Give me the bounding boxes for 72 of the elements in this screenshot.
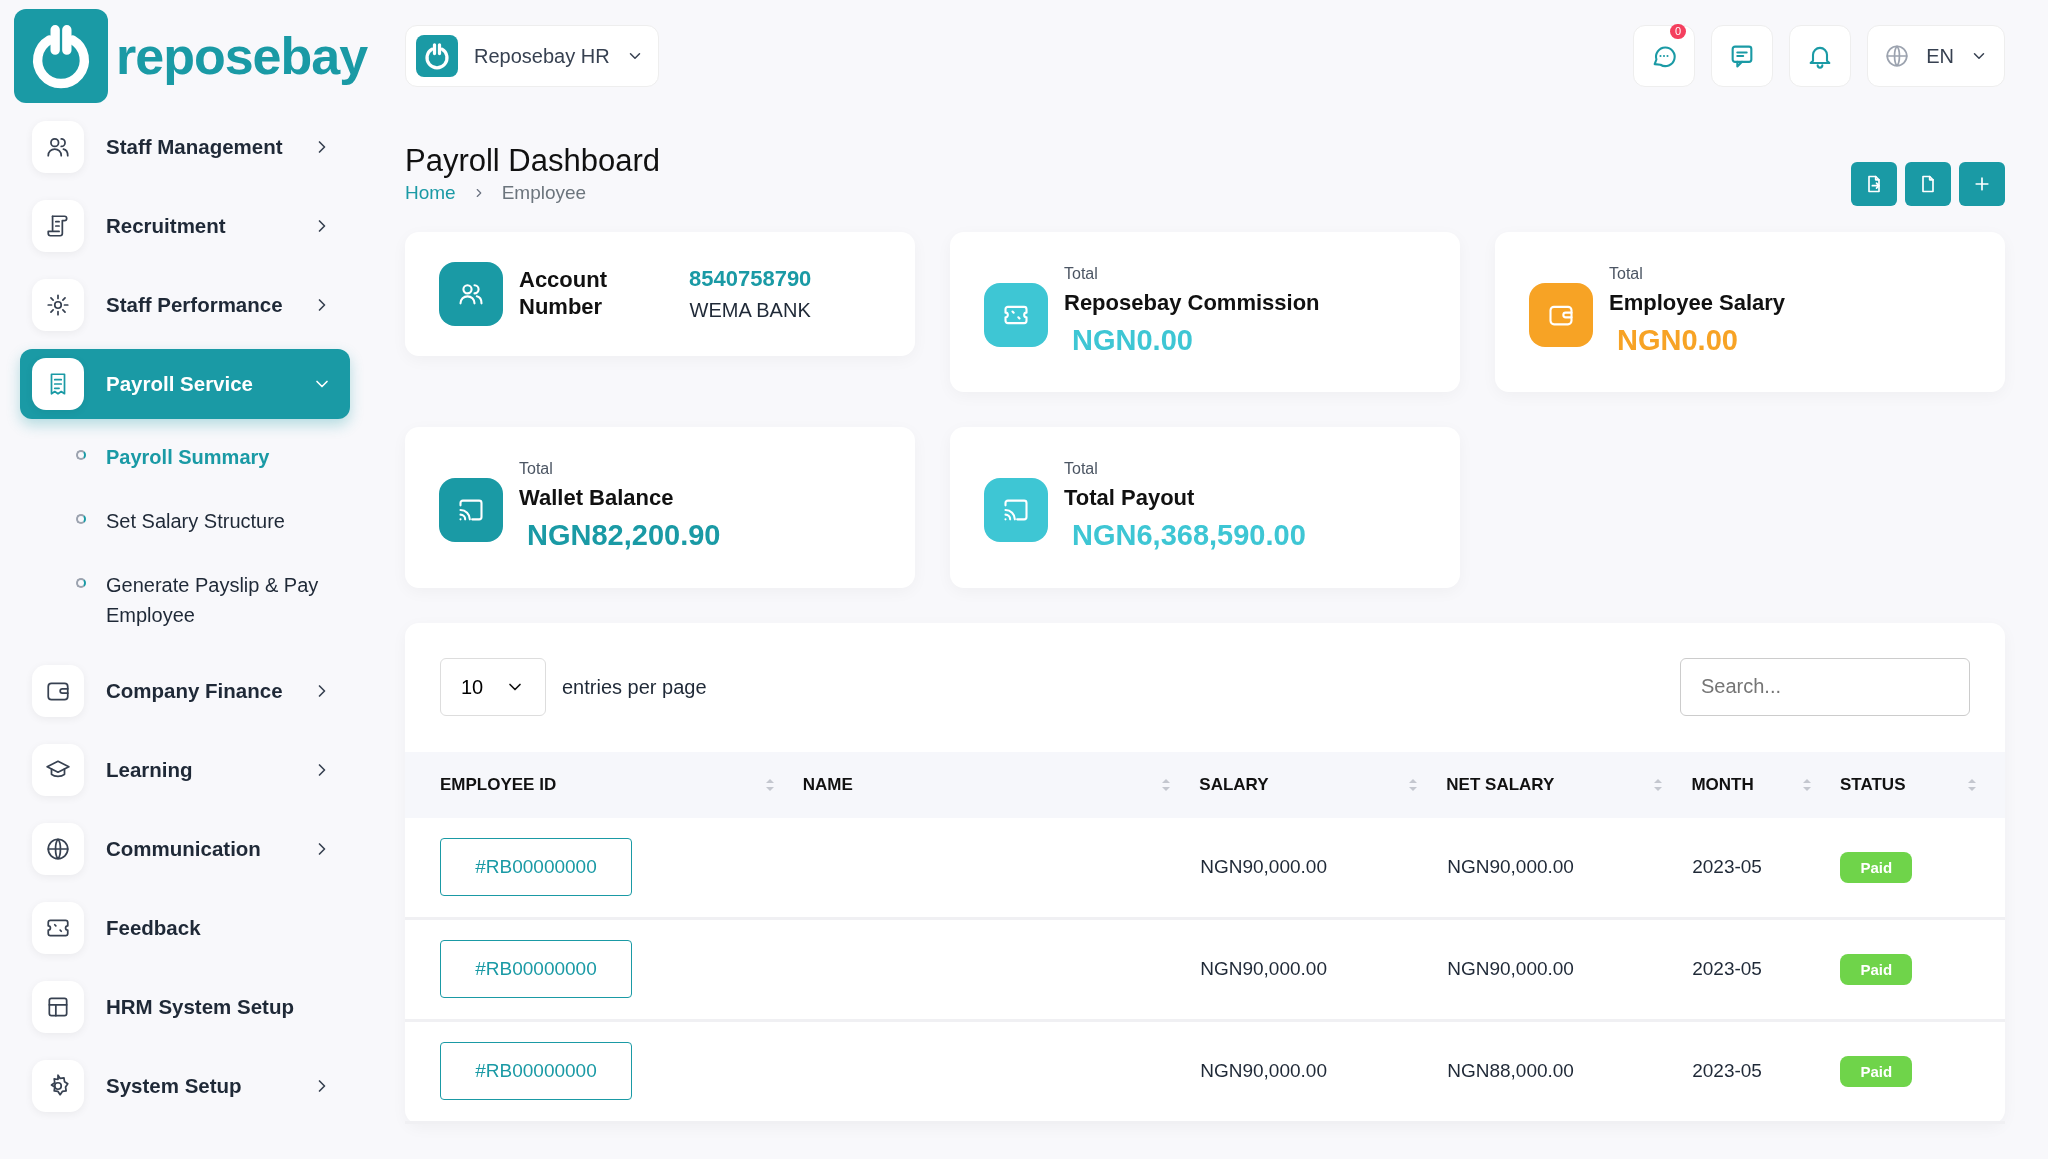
- bank-name: WEMA BANK: [689, 298, 812, 324]
- sidebar-item[interactable]: Feedback: [20, 893, 350, 963]
- stat-label: Total Payout: [1064, 484, 1196, 513]
- layout-icon: [45, 994, 71, 1020]
- sort-icon[interactable]: [1408, 776, 1419, 793]
- table-cell: 2023-05: [1692, 957, 1762, 979]
- status-badge: Paid: [1840, 953, 1913, 985]
- stat-label: Reposebay Commission: [1064, 288, 1320, 317]
- stat-caption: Total: [1064, 263, 1099, 284]
- submenu-item[interactable]: Generate Payslip & Pay Employee: [20, 562, 350, 638]
- account-number: 8540758790: [689, 265, 812, 294]
- globe-icon: [1884, 43, 1911, 69]
- breadcrumb-current: Employee: [501, 181, 587, 206]
- column-header[interactable]: STATUS: [1840, 771, 1906, 798]
- stat-caption: Total: [1609, 263, 1644, 284]
- sidebar-item[interactable]: Communication: [20, 814, 350, 884]
- sidebar-item[interactable]: Staff Performance: [20, 270, 350, 340]
- stat-caption: Total: [1064, 459, 1099, 480]
- sidebar-item[interactable]: Recruitment: [20, 191, 350, 261]
- sort-icon[interactable]: [1653, 776, 1664, 793]
- sidebar-item[interactable]: Staff Management: [20, 112, 350, 182]
- table-cell: NGN90,000.00: [1200, 957, 1327, 979]
- export-button[interactable]: [1851, 162, 1897, 206]
- table-cell: 2023-05: [1692, 855, 1762, 877]
- bullet-icon: [76, 450, 86, 460]
- stat-label: Employee Salary: [1609, 288, 1786, 317]
- page-size-select[interactable]: 10: [440, 657, 546, 716]
- sidebar-item[interactable]: System Setup: [20, 1051, 350, 1121]
- chat-button[interactable]: 0: [1633, 25, 1696, 87]
- stat-caption: Total: [519, 459, 554, 480]
- globe-icon: [45, 836, 71, 862]
- stat-label: Wallet Balance: [519, 484, 675, 513]
- stat-label: Account Number: [519, 267, 608, 321]
- column-header[interactable]: MONTH: [1691, 771, 1754, 798]
- table-cell: 2023-05: [1692, 1059, 1762, 1081]
- sort-icon[interactable]: [1967, 776, 1977, 793]
- table-cell: NGN88,000.00: [1447, 1059, 1574, 1081]
- table-cell: NGN90,000.00: [1447, 957, 1574, 979]
- column-header[interactable]: NET SALARY: [1446, 771, 1555, 798]
- column-header[interactable]: SALARY: [1199, 771, 1269, 798]
- stat-amount: NGN82,200.90: [526, 518, 721, 554]
- notification-badge: 0: [1670, 24, 1687, 40]
- search-field[interactable]: Search...: [1680, 657, 1970, 716]
- stat-amount: NGN0.00: [1071, 322, 1194, 358]
- entries-label: entries per page: [562, 674, 707, 700]
- sidebar-item[interactable]: Company Finance: [20, 656, 350, 726]
- status-badge: Paid: [1840, 1055, 1913, 1087]
- page-title: Payroll Dashboard: [405, 142, 661, 180]
- sidebar-item[interactable]: HRM System Setup: [20, 972, 350, 1042]
- sort-icon[interactable]: [764, 776, 775, 793]
- bullet-icon: [76, 578, 86, 588]
- column-header[interactable]: EMPLOYEE ID: [440, 771, 557, 798]
- table-cell: NGN90,000.00: [1200, 855, 1327, 877]
- scroll-icon: [45, 213, 71, 239]
- document-button[interactable]: [1905, 162, 1951, 206]
- company-switcher[interactable]: Reposebay HR: [405, 25, 659, 87]
- add-button[interactable]: [1959, 162, 2005, 206]
- notifications-button[interactable]: [1789, 25, 1852, 87]
- status-badge: Paid: [1840, 851, 1913, 883]
- messages-button[interactable]: [1711, 25, 1774, 87]
- language-selector[interactable]: EN: [1867, 25, 2005, 87]
- stat-amount: NGN6,368,590.00: [1071, 518, 1306, 554]
- sort-icon[interactable]: [1802, 776, 1812, 793]
- logo-text: reposebay: [116, 26, 368, 87]
- bullet-icon: [76, 514, 86, 524]
- column-header[interactable]: NAME: [802, 771, 853, 798]
- sort-icon[interactable]: [1161, 776, 1172, 793]
- sidebar-item[interactable]: Learning: [20, 735, 350, 805]
- stat-amount: NGN0.00: [1616, 322, 1739, 358]
- table-cell: NGN90,000.00: [1447, 855, 1574, 877]
- submenu-item[interactable]: Set Salary Structure: [20, 498, 350, 544]
- table-cell: NGN90,000.00: [1200, 1059, 1327, 1081]
